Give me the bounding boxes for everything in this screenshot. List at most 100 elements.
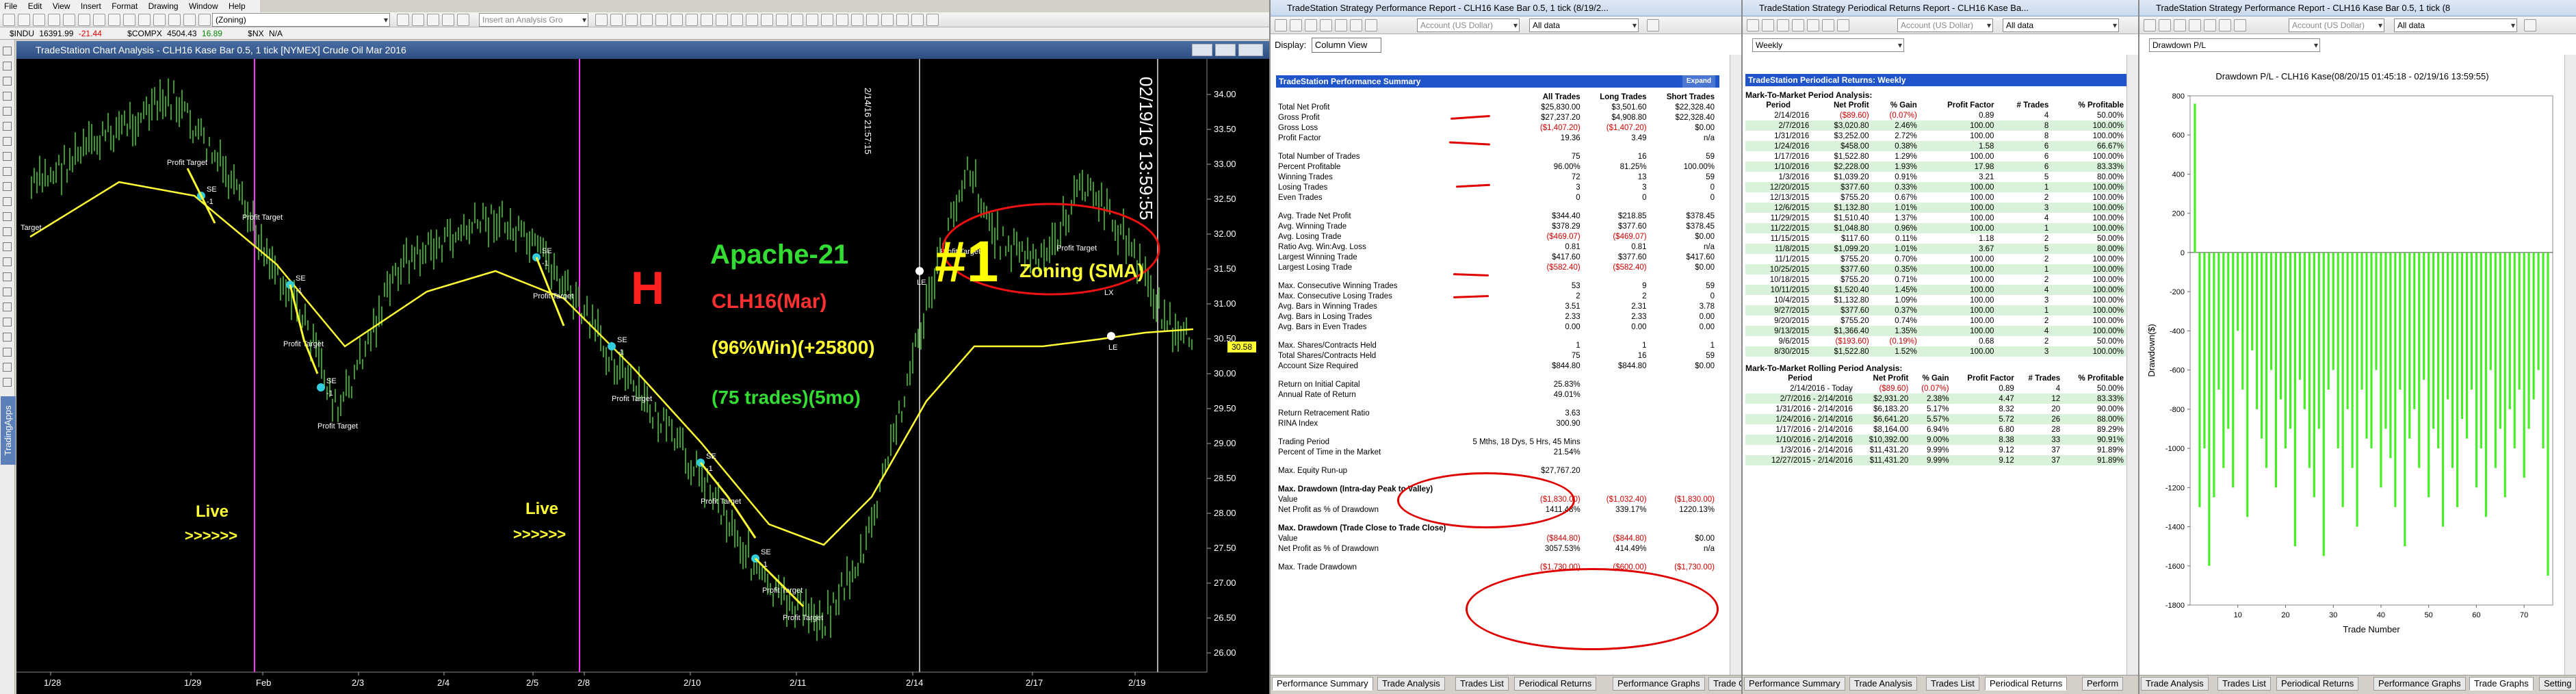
drawing-tool[interactable] xyxy=(3,333,12,342)
table-row[interactable]: 2/7/2016 $3,020.80 2.46% 100.00 8 100.00% xyxy=(1745,120,2126,131)
workspace-combo[interactable]: (Zoning) xyxy=(212,13,390,27)
refresh-icon[interactable] xyxy=(1807,19,1819,31)
drawing-tool[interactable] xyxy=(3,107,12,116)
toolbar-button[interactable] xyxy=(701,14,713,26)
table-row[interactable]: 12/20/2015 $377.60 0.33% 100.00 1 100.00% xyxy=(1745,182,2126,192)
drawing-tool[interactable] xyxy=(3,77,12,86)
settings-icon[interactable] xyxy=(1792,19,1804,31)
tab-trade-analysis[interactable]: Trade Analysis xyxy=(2141,677,2209,691)
print-icon[interactable] xyxy=(2144,19,2156,31)
toolbar-button[interactable] xyxy=(731,14,743,26)
toolbar-button[interactable] xyxy=(63,14,75,26)
tab-performance-graphs[interactable]: Performance Graphs xyxy=(1613,677,1705,691)
copy-icon[interactable] xyxy=(1305,19,1317,31)
print-icon[interactable] xyxy=(1275,19,1287,31)
table-row[interactable]: 10/4/2015 $1,132.80 1.09% 100.00 3 100.00% xyxy=(1745,295,2126,305)
table-row[interactable]: 1/24/2016 - 2/14/2016 $6,641.20 5.57% 5.72 2… xyxy=(1745,414,2126,424)
drawing-tool[interactable] xyxy=(3,122,12,131)
table-row[interactable]: 1/24/2016 $458.00 0.38% 1.58 6 66.67% xyxy=(1745,141,2126,151)
toolbar-button[interactable] xyxy=(911,14,924,26)
toolbar-button[interactable] xyxy=(655,14,668,26)
table-row[interactable]: 1/10/2016 - 2/14/2016 $10,392.00 9.00% 8.38… xyxy=(1745,435,2126,445)
toolbar-button[interactable] xyxy=(153,14,166,26)
toolbar-button[interactable] xyxy=(806,14,818,26)
toolbar-button[interactable] xyxy=(746,14,758,26)
toolbar-button[interactable] xyxy=(33,14,45,26)
table-row[interactable]: 8/30/2015 $1,522.80 1.52% 100.00 3 100.00% xyxy=(1745,346,2126,357)
account-combo[interactable]: Account (US Dollar) xyxy=(1417,18,1520,32)
drawing-tool[interactable] xyxy=(3,318,12,326)
table-row[interactable]: 10/18/2015 $755.20 0.71% 100.00 2 100.00% xyxy=(1745,274,2126,285)
toolbar-button[interactable] xyxy=(686,14,698,26)
perf-scrollbar[interactable] xyxy=(1730,55,1741,675)
save-icon[interactable] xyxy=(1762,19,1774,31)
table-row[interactable]: 11/29/2015 $1,510.40 1.37% 100.00 4 100.00% xyxy=(1745,213,2126,223)
export-icon[interactable] xyxy=(1365,19,1377,31)
menu-drawing[interactable]: Drawing xyxy=(148,1,179,11)
toolbar-button[interactable] xyxy=(78,14,90,26)
table-row[interactable]: 12/13/2015 $755.20 0.67% 100.00 2 100.00% xyxy=(1745,192,2126,203)
data-range-combo[interactable]: All data xyxy=(2394,18,2517,32)
drawing-tool[interactable] xyxy=(3,197,12,206)
toolbar-button[interactable] xyxy=(93,14,105,26)
toolbar-button[interactable] xyxy=(123,14,135,26)
refresh-icon[interactable] xyxy=(1335,19,1347,31)
drawing-tool[interactable] xyxy=(3,152,12,161)
drawing-tool[interactable] xyxy=(3,303,12,311)
toolbar-button[interactable] xyxy=(48,14,60,26)
tab-settings[interactable]: Setting xyxy=(2539,677,2576,691)
tab-trade-graphs[interactable]: Trade Graphs xyxy=(1708,677,1741,691)
toolbar-button[interactable] xyxy=(761,14,773,26)
refresh-icon[interactable] xyxy=(2204,19,2216,31)
settings-icon[interactable] xyxy=(2189,19,2201,31)
tab-trades-list[interactable]: Trades List xyxy=(1455,677,1509,691)
toolbar-button[interactable] xyxy=(896,14,909,26)
periodical-scrollbar[interactable] xyxy=(2126,55,2138,675)
toolbar-button[interactable] xyxy=(3,14,15,26)
toolbar-button[interactable] xyxy=(881,14,894,26)
price-chart[interactable]: 34.0033.5033.0032.5032.0031.5031.0030.50… xyxy=(16,59,1269,694)
drawing-tool[interactable] xyxy=(3,272,12,281)
drawing-tool[interactable] xyxy=(3,348,12,357)
print-icon[interactable] xyxy=(1747,19,1759,31)
table-row[interactable]: 9/27/2015 $377.60 0.37% 100.00 1 100.00% xyxy=(1745,305,2126,316)
close-button[interactable] xyxy=(1238,44,1263,56)
graph-type-combo[interactable]: Drawdown P/L xyxy=(2149,38,2320,52)
drawing-tool[interactable] xyxy=(3,257,12,266)
toolbar-button[interactable] xyxy=(138,14,151,26)
table-row[interactable]: 2/14/2016 - Today ($89.60) (0.07%) 0.89 4 50.… xyxy=(1745,383,2126,394)
tradingapps-side-tab[interactable]: TradingApps xyxy=(1,396,16,465)
table-row[interactable]: 1/3/2016 - 2/14/2016 $11,431.20 9.99% 9.12 3… xyxy=(1745,445,2126,455)
table-row[interactable]: 10/25/2015 $377.60 0.35% 100.00 1 100.00% xyxy=(1745,264,2126,274)
drawing-tool[interactable] xyxy=(3,137,12,146)
table-row[interactable]: 1/31/2016 - 2/14/2016 $6,183.20 5.17% 8.32 2… xyxy=(1745,404,2126,414)
tab-performance-summary[interactable]: Performance Summary xyxy=(1272,677,1373,691)
tab-trade-analysis[interactable]: Trade Analysis xyxy=(1849,677,1917,691)
display-select[interactable]: Column View xyxy=(1311,38,1382,53)
drawing-tool[interactable] xyxy=(3,212,12,221)
toolbar-button[interactable] xyxy=(108,14,120,26)
tab-trade-graphs[interactable]: Trade Graphs xyxy=(2469,677,2534,691)
toolbar-button[interactable] xyxy=(851,14,863,26)
export-icon[interactable] xyxy=(1837,19,1849,31)
table-row[interactable]: 1/31/2016 $3,252.00 2.72% 100.00 8 100.00% xyxy=(1745,131,2126,141)
find-icon[interactable] xyxy=(1822,19,1834,31)
help-icon[interactable] xyxy=(2524,19,2536,31)
drawing-tool[interactable] xyxy=(3,378,12,387)
table-row[interactable]: 1/3/2016 $1,039.20 0.91% 3.21 5 80.00% xyxy=(1745,172,2126,182)
period-combo[interactable]: Weekly xyxy=(1752,38,1904,52)
menu-format[interactable]: Format xyxy=(112,1,138,11)
drawing-tool[interactable] xyxy=(3,227,12,236)
tab-performance-summary[interactable]: Performance Summary xyxy=(1744,677,1845,691)
tab-performance-graphs[interactable]: Performance Graphs xyxy=(2373,677,2466,691)
menu-insert[interactable]: Insert xyxy=(81,1,101,11)
toolbar-button[interactable] xyxy=(625,14,638,26)
menu-edit[interactable]: Edit xyxy=(28,1,42,11)
table-row[interactable]: 11/22/2015 $1,048.80 0.96% 100.00 1 100.00% xyxy=(1745,223,2126,233)
toolbar-button[interactable] xyxy=(791,14,803,26)
toolbar-button[interactable] xyxy=(397,14,409,26)
drawing-tool[interactable] xyxy=(3,363,12,372)
table-row[interactable]: 1/17/2016 - 2/14/2016 $8,164.00 6.94% 6.80 2… xyxy=(1745,424,2126,435)
menu-window[interactable]: Window xyxy=(189,1,218,11)
tab-periodical-returns[interactable]: Periodical Returns xyxy=(2276,677,2359,691)
